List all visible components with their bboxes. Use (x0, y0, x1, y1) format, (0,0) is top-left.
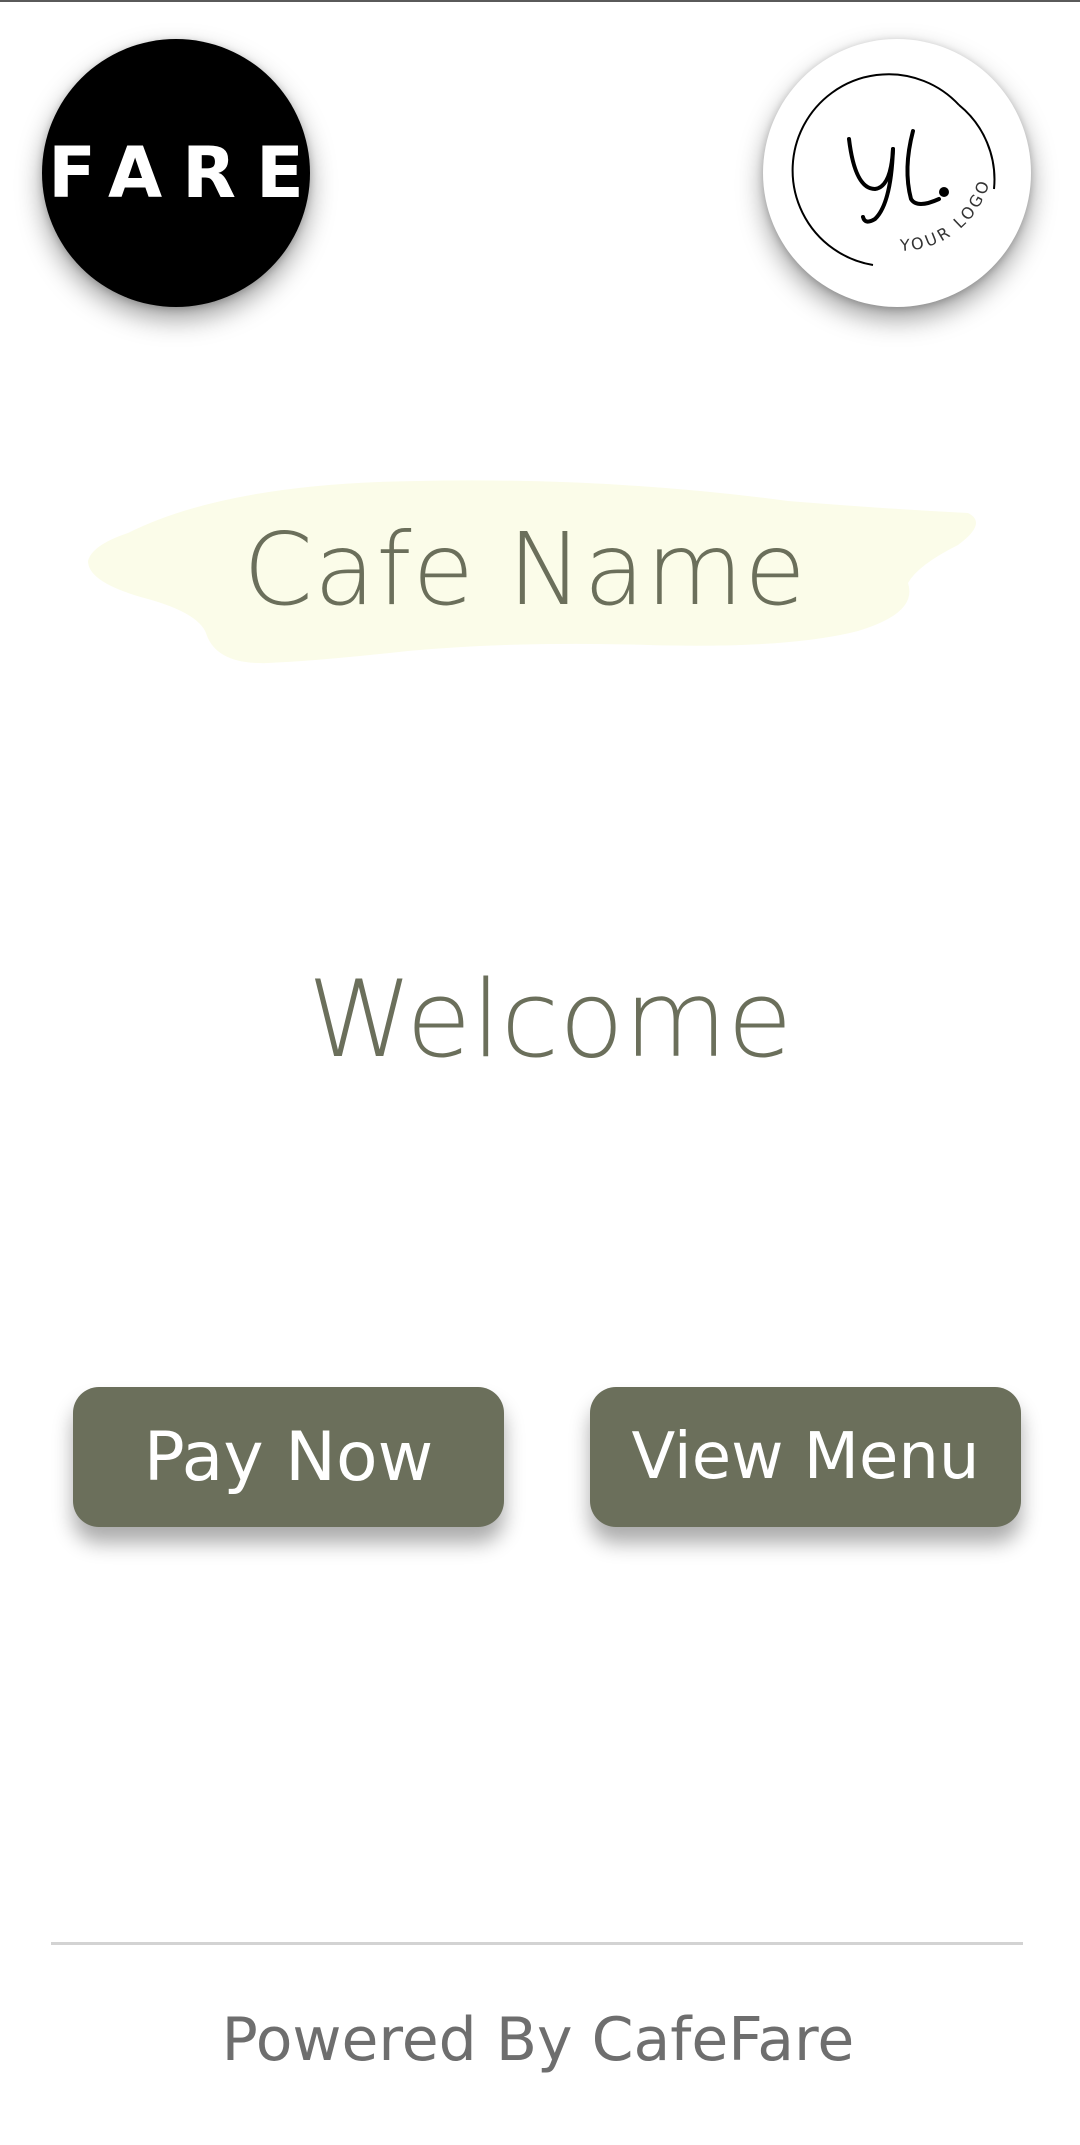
cafe-name-title: Cafe Name (243, 511, 807, 628)
view-menu-button[interactable]: View Menu (590, 1387, 1021, 1527)
welcome-heading: Welcome (307, 958, 793, 1081)
your-logo-placeholder-icon: YOUR LOGO (791, 73, 996, 266)
footer-divider (51, 1942, 1023, 1945)
fare-logo: FARE (42, 39, 310, 307)
powered-by-text: Powered By CafeFare (221, 2005, 855, 2075)
cafe-logo: YOUR LOGO (763, 39, 1031, 307)
fare-logo-icon: FARE (48, 132, 310, 214)
top-border (0, 0, 1080, 2)
pay-now-button[interactable]: Pay Now (73, 1387, 504, 1527)
